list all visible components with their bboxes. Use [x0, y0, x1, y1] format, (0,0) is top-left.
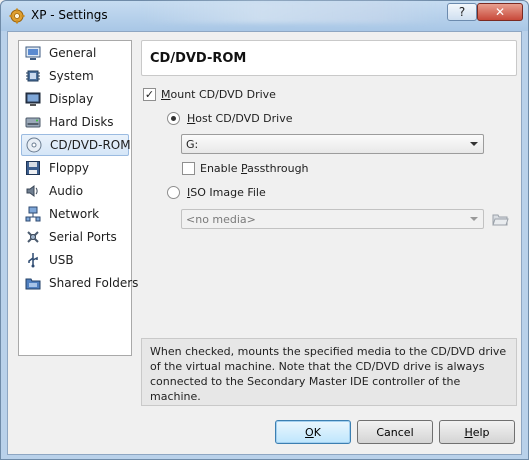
system-chip-icon: [26, 70, 40, 82]
shared-folder-icon: [25, 278, 41, 290]
sidebar-item-shared-folders[interactable]: Shared Folders: [21, 272, 138, 294]
sidebar-item-system[interactable]: System: [21, 65, 129, 87]
monitor-icon: [25, 92, 41, 106]
passthrough-label: Enable Passthrough: [200, 162, 309, 175]
sidebar-item-label: Display: [49, 92, 94, 106]
sidebar-item-floppy[interactable]: Floppy: [21, 157, 129, 179]
sidebar-item-audio[interactable]: Audio: [21, 180, 129, 202]
iso-image-value: <no media>: [186, 212, 256, 226]
host-drive-select[interactable]: G:: [181, 134, 484, 154]
general-icon: [25, 46, 41, 60]
passthrough-checkbox[interactable]: [182, 162, 195, 175]
host-drive-label: Host CD/DVD Drive: [187, 112, 293, 125]
serial-port-icon: [27, 231, 39, 243]
sidebar-item-label: General: [49, 46, 97, 60]
sidebar-item-label: CD/DVD-ROM: [50, 138, 131, 152]
sidebar-item-label: System: [49, 69, 94, 83]
sidebar-item-general[interactable]: General: [21, 42, 129, 64]
settings-category-list[interactable]: General System Display Hard Disks CD/DVD…: [18, 40, 138, 356]
background-blur: [141, 1, 441, 23]
title-help-button[interactable]: ?: [447, 3, 477, 21]
sidebar-item-label: Floppy: [49, 161, 89, 175]
iso-image-select[interactable]: <no media>: [181, 209, 484, 229]
sidebar-item-label: Hard Disks: [49, 115, 114, 129]
cd-dvd-icon: [26, 137, 42, 153]
window-title: XP - Settings: [31, 8, 108, 22]
host-drive-radio[interactable]: [167, 112, 180, 125]
open-folder-icon[interactable]: [490, 209, 510, 229]
cancel-button[interactable]: Cancel: [357, 420, 433, 444]
gear-icon: [9, 8, 25, 24]
sidebar-item-label: Network: [49, 207, 100, 221]
usb-icon: [28, 253, 38, 268]
description-box: When checked, mounts the specified media…: [141, 338, 517, 406]
sidebar-item-label: Shared Folders: [49, 276, 139, 290]
iso-image-radio[interactable]: [167, 186, 180, 199]
title-bar[interactable]: XP - Settings ? ✕: [1, 1, 528, 31]
sidebar-item-network[interactable]: Network: [21, 203, 129, 225]
close-button[interactable]: ✕: [477, 3, 523, 21]
chevron-down-icon: [470, 142, 478, 146]
host-drive-value: G:: [186, 137, 199, 151]
ok-button[interactable]: OK: [275, 420, 351, 444]
sidebar-item-usb[interactable]: USB: [21, 249, 129, 271]
network-icon: [25, 206, 41, 222]
sidebar-item-label: USB: [49, 253, 74, 267]
page-header: CD/DVD-ROM: [141, 40, 517, 76]
sidebar-item-serial-ports[interactable]: Serial Ports: [21, 226, 129, 248]
sidebar-item-display[interactable]: Display: [21, 88, 129, 110]
sidebar-item-hard-disks[interactable]: Hard Disks: [21, 111, 129, 133]
sidebar-item-cd-dvd-rom[interactable]: CD/DVD-ROM: [21, 134, 131, 156]
sidebar-item-label: Serial Ports: [49, 230, 117, 244]
mount-drive-checkbox[interactable]: ✓: [143, 88, 156, 101]
speaker-icon: [26, 185, 38, 197]
mount-drive-label: Mount CD/DVD Drive: [161, 88, 276, 101]
floppy-icon: [26, 161, 40, 175]
page-title: CD/DVD-ROM: [150, 51, 247, 66]
help-button[interactable]: Help: [439, 420, 515, 444]
settings-window: XP - Settings ? ✕ General System Display…: [0, 0, 529, 460]
hard-disk-icon: [25, 117, 41, 128]
dialog-body: General System Display Hard Disks CD/DVD…: [7, 31, 522, 455]
sidebar-item-label: Audio: [49, 184, 84, 198]
iso-image-label: ISO Image File: [187, 186, 266, 199]
chevron-down-icon: [470, 217, 478, 221]
